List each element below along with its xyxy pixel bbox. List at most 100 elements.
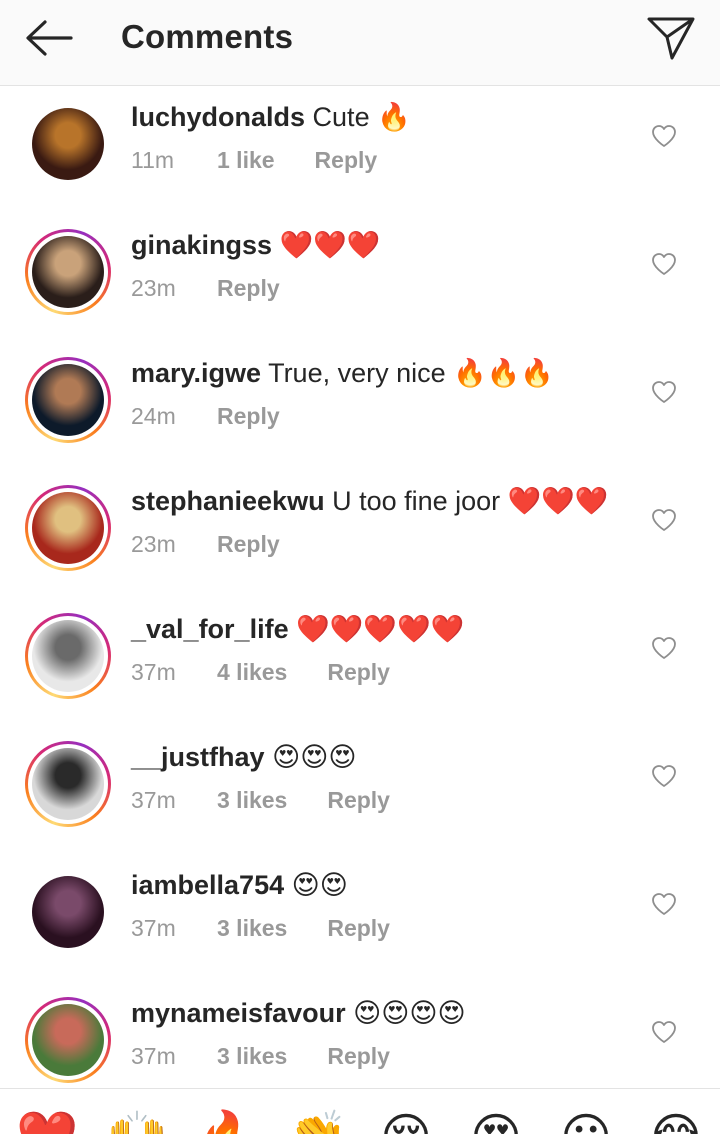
comment-like-count[interactable]: 1 like xyxy=(217,145,275,175)
comment-timestamp: 23m xyxy=(131,275,176,301)
avatar-photo xyxy=(32,876,104,948)
top-bar: Comments xyxy=(0,0,720,86)
quick-reaction[interactable]: ❤️ xyxy=(16,1107,78,1134)
avatar-frame xyxy=(28,360,108,440)
comment-body: ❤️❤️❤️❤️❤️ xyxy=(296,614,465,644)
avatar-frame xyxy=(28,744,108,824)
avatar[interactable] xyxy=(25,741,111,827)
reply-button[interactable]: Reply xyxy=(327,913,390,943)
like-comment-button[interactable] xyxy=(648,1017,680,1047)
comment-username[interactable]: luchydonalds xyxy=(131,102,305,132)
comment-meta: 23m Reply xyxy=(131,529,280,559)
comment-timestamp: 37m xyxy=(131,659,176,685)
avatar-photo xyxy=(32,364,104,436)
like-comment-button[interactable] xyxy=(648,633,680,663)
avatar-frame xyxy=(28,872,108,952)
comment-username[interactable]: stephanieekwu xyxy=(131,486,325,516)
comment-meta: 37m 3 likes Reply xyxy=(131,785,390,815)
reply-button[interactable]: Reply xyxy=(327,1041,390,1071)
avatar-photo xyxy=(32,748,104,820)
comment-username[interactable]: _val_for_life xyxy=(131,614,289,644)
quick-reaction[interactable]: 😍 xyxy=(466,1107,526,1134)
share-button[interactable] xyxy=(642,12,700,64)
like-comment-button[interactable] xyxy=(648,505,680,535)
comment-row[interactable]: mynameisfavour 😍😍😍😍 37m 3 likes Reply xyxy=(0,983,720,1087)
comment-like-count[interactable]: 3 likes xyxy=(217,785,287,815)
comment-text-line: stephanieekwu U too fine joor ❤️❤️❤️ xyxy=(131,481,609,521)
comment-username[interactable]: mary.igwe xyxy=(131,358,261,388)
comment-meta: 37m 3 likes Reply xyxy=(131,1041,390,1071)
comment-username[interactable]: ginakingss xyxy=(131,230,272,260)
comment-like-count[interactable]: 4 likes xyxy=(217,657,287,687)
comment-like-count[interactable]: 3 likes xyxy=(217,1041,287,1071)
comment-row[interactable]: ginakingss ❤️❤️❤️ 23m Reply xyxy=(0,215,720,343)
quick-reaction[interactable]: 😂 xyxy=(646,1107,706,1134)
avatar-frame xyxy=(28,104,108,184)
comment-username[interactable]: iambella754 xyxy=(131,870,284,900)
comment-row[interactable]: mary.igwe True, very nice 🔥🔥🔥 24m Reply xyxy=(0,343,720,471)
reply-button[interactable]: Reply xyxy=(315,145,378,175)
comment-row[interactable]: stephanieekwu U too fine joor ❤️❤️❤️ 23m R… xyxy=(0,471,720,599)
like-comment-button[interactable] xyxy=(648,121,680,151)
comment-like-count[interactable]: 3 likes xyxy=(217,913,287,943)
heart-outline-icon xyxy=(652,1021,676,1043)
comment-username[interactable]: mynameisfavour xyxy=(131,998,346,1028)
comment-row[interactable]: luchydonalds Cute 🔥 11m 1 like Reply xyxy=(0,87,720,215)
quick-reaction[interactable]: 😢 xyxy=(376,1107,436,1134)
back-button[interactable] xyxy=(20,14,76,62)
reply-button[interactable]: Reply xyxy=(217,401,280,431)
reply-button[interactable]: Reply xyxy=(217,273,280,303)
comment-body: 😍😍😍😍 xyxy=(353,998,466,1028)
like-comment-button[interactable] xyxy=(648,377,680,407)
avatar-photo xyxy=(32,492,104,564)
paper-plane-icon xyxy=(647,17,695,60)
quick-reaction[interactable]: 😮 xyxy=(556,1107,616,1134)
comment-body: 😍😍😍 xyxy=(272,742,357,772)
avatar-photo xyxy=(32,108,104,180)
comment-username[interactable]: __justfhay xyxy=(131,742,265,772)
avatar[interactable] xyxy=(25,101,111,187)
like-comment-button[interactable] xyxy=(648,249,680,279)
like-comment-button[interactable] xyxy=(648,761,680,791)
avatar[interactable] xyxy=(25,613,111,699)
avatar[interactable] xyxy=(25,997,111,1083)
reply-button[interactable]: Reply xyxy=(217,529,280,559)
heart-outline-icon xyxy=(652,765,676,787)
quick-reaction[interactable]: 🙌 xyxy=(106,1107,168,1134)
avatar-photo xyxy=(32,236,104,308)
page-title: Comments xyxy=(121,18,294,55)
comment-body: 😍😍 xyxy=(291,870,348,900)
comment-meta: 37m 4 likes Reply xyxy=(131,657,390,687)
comment-text-line: mynameisfavour 😍😍😍😍 xyxy=(131,993,466,1033)
comment-list[interactable]: luchydonalds Cute 🔥 11m 1 like Reply ginakin… xyxy=(0,87,720,1087)
comment-body: Cute 🔥 xyxy=(312,102,411,132)
comment-timestamp: 37m xyxy=(131,787,176,813)
avatar-frame xyxy=(28,1000,108,1080)
comment-text-line: luchydonalds Cute 🔥 xyxy=(131,97,411,137)
comment-timestamp: 37m xyxy=(131,1043,176,1069)
like-comment-button[interactable] xyxy=(648,889,680,919)
heart-outline-icon xyxy=(652,253,676,275)
quick-reaction[interactable]: 🔥 xyxy=(196,1107,258,1134)
comment-row[interactable]: __justfhay 😍😍😍 37m 3 likes Reply xyxy=(0,727,720,855)
comment-text-line: iambella754 😍😍 xyxy=(131,865,348,905)
quick-reaction[interactable]: 👏 xyxy=(286,1107,348,1134)
comment-timestamp: 24m xyxy=(131,403,176,429)
avatar-photo xyxy=(32,620,104,692)
reply-button[interactable]: Reply xyxy=(327,657,390,687)
comment-text-line: ginakingss ❤️❤️❤️ xyxy=(131,225,380,265)
avatar[interactable] xyxy=(25,357,111,443)
comment-row[interactable]: _val_for_life ❤️❤️❤️❤️❤️ 37m 4 likes Reply xyxy=(0,599,720,727)
avatar[interactable] xyxy=(25,869,111,955)
avatar[interactable] xyxy=(25,485,111,571)
avatar[interactable] xyxy=(25,229,111,315)
comment-meta: 11m 1 like Reply xyxy=(131,145,377,175)
comment-meta: 23m Reply xyxy=(131,273,280,303)
reply-button[interactable]: Reply xyxy=(327,785,390,815)
arrow-left-icon xyxy=(26,20,73,56)
avatar-frame xyxy=(28,488,108,568)
avatar-frame xyxy=(28,616,108,696)
avatar-photo xyxy=(32,1004,104,1076)
comment-row[interactable]: iambella754 😍😍 37m 3 likes Reply xyxy=(0,855,720,983)
comment-body: ❤️❤️❤️ xyxy=(279,230,381,260)
